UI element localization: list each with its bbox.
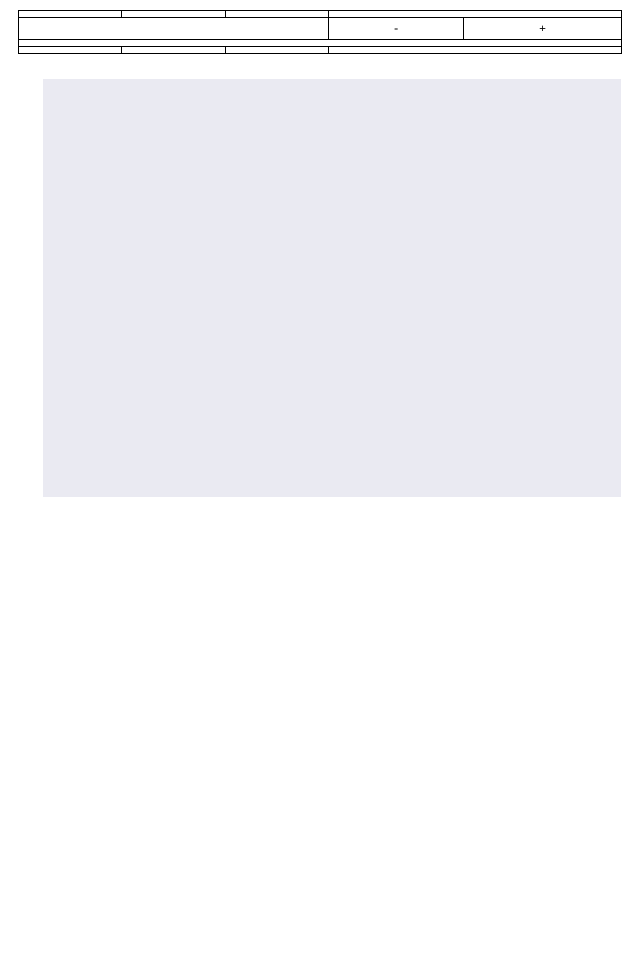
- table-header-row: [19, 11, 622, 18]
- plot-area: [42, 78, 622, 498]
- cell-recall: [225, 47, 328, 54]
- chart-lines-svg: [43, 79, 621, 497]
- th-precision: [122, 11, 225, 18]
- all-features-row: [19, 47, 622, 54]
- th-plus-themes: +: [464, 18, 622, 40]
- th-minus-themes: -: [329, 18, 464, 40]
- theme-section-label: [19, 18, 329, 40]
- theme-section-row: - +: [19, 18, 622, 40]
- th-f1: [329, 11, 622, 18]
- row-label-all: [19, 47, 122, 54]
- profiling-section-row: [19, 40, 622, 47]
- x-axis-labels: [42, 498, 622, 524]
- th-method: [19, 11, 122, 18]
- cell-precision: [122, 47, 225, 54]
- emotions-chart: [18, 78, 622, 524]
- cell-f1: [329, 47, 622, 54]
- chart-legend: [63, 89, 71, 95]
- results-table: - +: [18, 10, 622, 54]
- th-recall: [225, 11, 328, 18]
- profiling-section-label: [19, 40, 622, 47]
